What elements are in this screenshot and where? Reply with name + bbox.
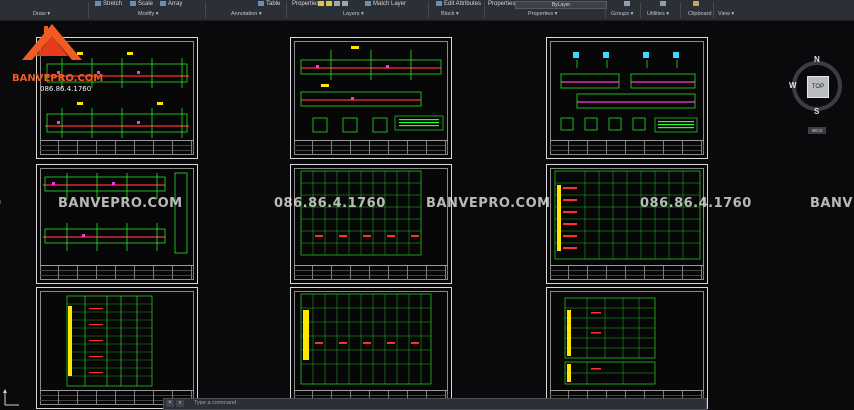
panel-annotation[interactable]: Annotation ▾ [231,11,262,17]
sun-icon [326,1,332,6]
panel-divider [205,2,206,18]
stretch-tool[interactable]: Stretch [95,1,122,7]
watermark-phone: 086.86.4.1760 [640,196,752,211]
table-icon [258,1,264,6]
wcs-menu[interactable]: WCS [808,127,826,134]
drawing-sheet[interactable] [546,37,708,159]
rebar-schedule-table [554,170,701,260]
drawing-sheet[interactable] [290,287,452,409]
logo-phone: 086.86.4.1760 [40,85,92,93]
lightbulb-icon [318,1,324,6]
compass-north[interactable]: N [814,55,820,64]
panel-divider [286,2,287,18]
drawing-sheet[interactable] [36,287,198,409]
group-icon[interactable] [624,1,632,7]
panel-divider [428,2,429,18]
logo-name: BANVEPRO.COM [12,73,104,84]
watermark-phone: 086.86.4.1760 [274,196,386,211]
panel-draw[interactable]: Draw ▾ [33,11,50,17]
model-space-canvas[interactable]: 0 BANVEPRO.COM 086.86.4.1760 BANVEPRO.CO… [0,21,854,409]
array-tool[interactable]: Array [160,1,182,7]
drawing-sheet[interactable] [36,164,198,284]
watermark-brand: BANVEPRO.COM [58,196,183,211]
match-layer-tool[interactable]: Match Layer [365,1,406,7]
viewcube-top-face[interactable]: TOP [807,76,829,98]
watermark-brand: BANVEPRO.COM [426,196,551,211]
command-line[interactable]: × ⌕ Type a command [163,398,707,410]
compass-west[interactable]: W [789,81,797,90]
stretch-icon [95,1,101,6]
panel-utilities[interactable]: Utilities ▾ [647,11,669,17]
panel-block[interactable]: Block ▾ [441,11,459,17]
measure-icon[interactable] [660,1,668,7]
panel-modify[interactable]: Modify ▾ [138,11,159,17]
paste-icon[interactable] [693,1,701,7]
banvepro-logo [22,24,82,60]
panel-view[interactable]: View ▾ [718,11,734,17]
panel-divider [88,2,89,18]
lock-icon [334,1,340,6]
layer-properties-tool[interactable]: Properties [292,1,319,7]
panel-divider [640,2,641,18]
panel-layers[interactable]: Layers ▾ [343,11,364,17]
panel-divider [713,2,714,18]
rebar-schedule-table [564,297,656,385]
ribbon: Stretch Scale Array Table Properties Mat… [0,0,854,21]
scale-icon [130,1,136,6]
rebar-schedule-table [300,293,432,385]
drawing-sheet[interactable] [546,287,708,409]
ucs-icon [3,389,19,406]
layer-state-icon [342,1,348,6]
match-layer-icon [365,1,371,6]
drawing-sheet[interactable] [546,164,708,284]
command-input[interactable]: Type a command [194,400,236,406]
panel-groups[interactable]: Groups ▾ [611,11,633,17]
drawing-sheet[interactable] [290,37,452,159]
search-icon[interactable]: ⌕ [176,400,184,407]
layer-icons-strip[interactable] [318,1,350,7]
beam-section-drawing [560,52,698,133]
bylayer-linetype-select[interactable]: ByLayer [515,1,607,9]
panel-divider [680,2,681,18]
edit-attributes-icon [436,1,442,6]
ribbon-tool-row: Stretch Scale Array Table Properties Mat… [0,0,854,10]
watermark-brand-fragment: BANVE [810,196,854,211]
beam-detail-drawing [300,46,444,133]
edit-attributes-tool[interactable]: Edit Attributes [436,1,481,7]
viewcube[interactable]: TOP N S W WCS [789,55,846,134]
close-icon[interactable]: × [166,400,174,407]
watermark-digit-fragment: 0 [0,196,2,211]
drawing-sheet[interactable] [290,164,452,284]
rebar-schedule-table [66,295,153,387]
panel-properties[interactable]: Properties ▾ [528,11,557,17]
array-icon [160,1,166,6]
panel-divider [484,2,485,18]
beam-plan-drawing [43,172,188,254]
panel-clipboard[interactable]: Clipboard [688,11,712,17]
table-tool[interactable]: Table [258,1,280,7]
panel-divider [605,2,606,18]
properties-tool[interactable]: Properties [488,1,515,7]
scale-tool[interactable]: Scale [130,1,153,7]
compass-south[interactable]: S [814,107,819,116]
rebar-schedule-table [300,170,422,256]
